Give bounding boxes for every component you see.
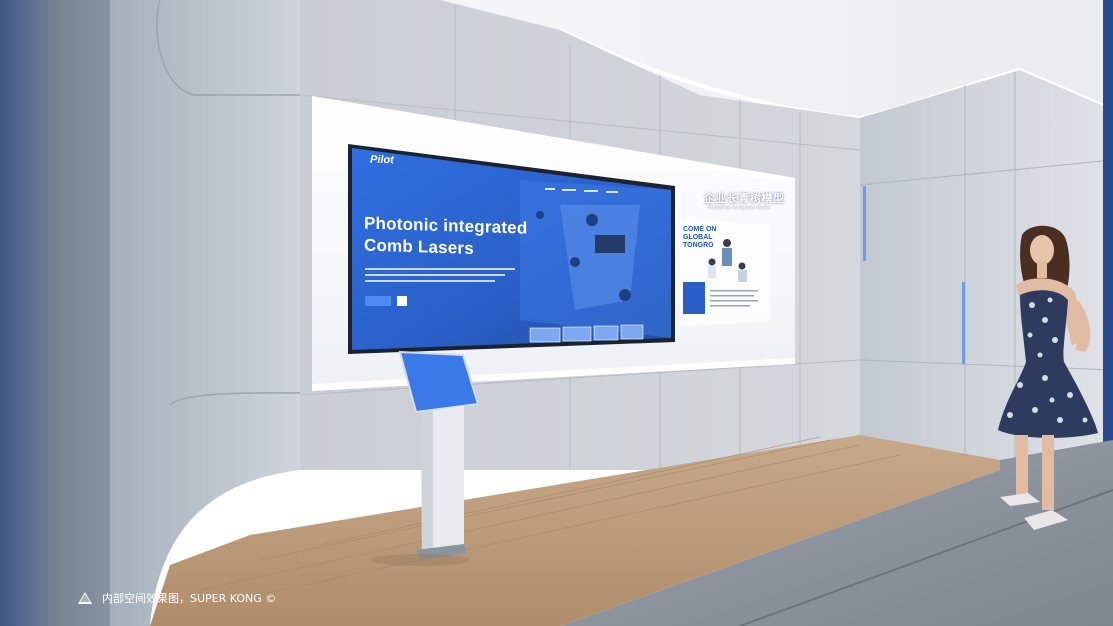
room-illustration xyxy=(0,0,1113,626)
image-caption: 内部空间效果图，SUPER KONG © xyxy=(78,590,276,606)
screen-brand-logo: Pilot xyxy=(370,153,394,167)
caption-text: 内部空间效果图，SUPER KONG © xyxy=(102,592,277,605)
wall-panel-subtitle: Enterprise Evergreen Model xyxy=(708,205,771,211)
exhibition-room-render: Pilot Photonic integrated Comb Lasers 企业… xyxy=(0,0,1113,626)
screen-headline: Photonic integrated Comb Lasers xyxy=(364,213,584,264)
triangle-icon xyxy=(78,592,92,604)
wall-panel-tagline: COME ON GLOBAL TONGRO xyxy=(683,226,717,249)
wall-panel-title: 企业长青树模型 xyxy=(704,192,785,205)
